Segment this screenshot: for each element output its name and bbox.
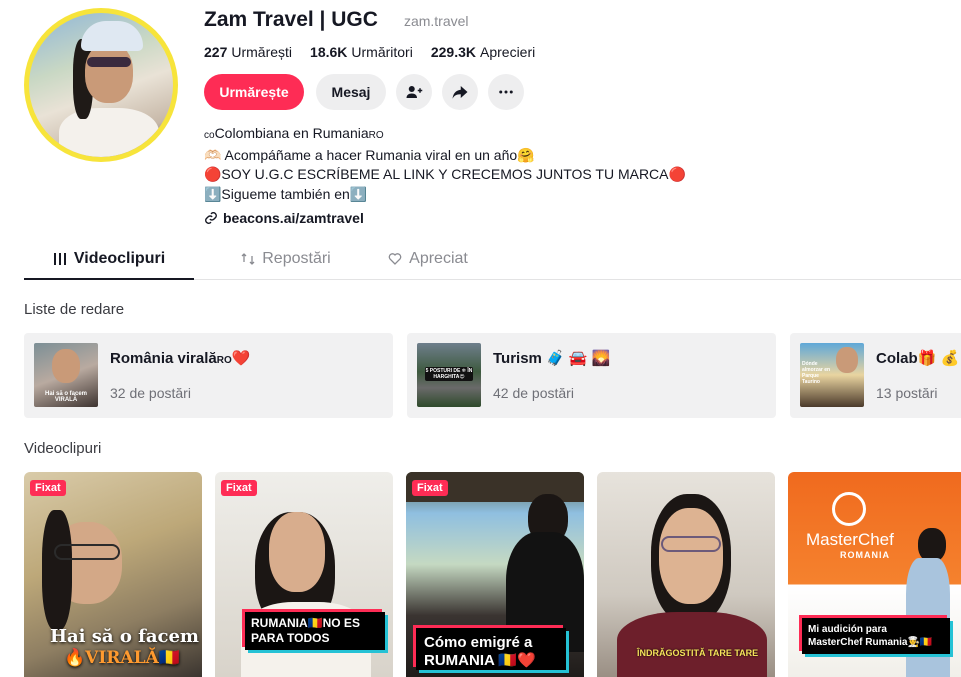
avatar-photo	[29, 13, 173, 157]
share-icon	[452, 86, 468, 99]
likes-stat: 229.3K Aprecieri	[430, 44, 536, 60]
profile-bio: coColombiana en RumaniaRO 🫶🏻 Acompáñame …	[204, 124, 944, 204]
video-card[interactable]: MasterChef ROMANIA Mi audición para Mast…	[788, 472, 961, 677]
profile-link[interactable]: beacons.ai/zamtravel	[204, 210, 944, 226]
grid-icon	[53, 253, 66, 265]
video-caption: RUMANIA🇷🇴NO ES PARA TODOS	[245, 612, 385, 650]
profile-name: Zam Travel | UGC	[204, 8, 378, 31]
repost-icon	[241, 253, 255, 265]
playlists-heading: Liste de redare	[24, 301, 125, 318]
playlist-card[interactable]: Dónde almorzar en Parque Taurino Colab🎁 …	[790, 333, 961, 418]
playlist-card[interactable]: 5 POSTURI DE ❄ ÎN HARGHITA😍 Turism 🧳 🚘 🌄…	[407, 333, 776, 418]
playlist-thumbnail: Hai să o facem VIRALĂ	[34, 343, 98, 407]
video-card[interactable]: ÎNDRĂGOSTITĂ TARE TARE	[597, 472, 775, 677]
video-caption: ÎNDRĂGOSTITĂ TARE TARE	[637, 648, 759, 658]
message-button[interactable]: Mesaj	[316, 74, 386, 110]
profile-info: Zam Travel | UGC zam.travel 227 Urmărești…	[204, 8, 944, 226]
masterchef-logo-sub: ROMANIA	[840, 550, 890, 560]
masterchef-logo: MasterChef	[806, 530, 894, 549]
video-caption: Hai să o facem	[50, 626, 199, 647]
videos-grid: Fixat Hai să o facem 🔥VIRALĂ🇷🇴 Fixat RUM…	[24, 472, 961, 677]
pinned-badge: Fixat	[221, 480, 257, 496]
more-icon	[499, 90, 513, 94]
followers-stat[interactable]: 18.6K Urmăritori	[310, 44, 413, 60]
pinned-badge: Fixat	[412, 480, 448, 496]
link-icon	[205, 212, 217, 224]
profile-stats: 227 Urmărești 18.6K Urmăritori 229.3K Aprec…	[204, 44, 944, 60]
pinned-badge: Fixat	[30, 480, 66, 496]
heart-icon	[388, 253, 402, 265]
profile-tabs: Videoclipuri Repostări Apreciat	[24, 240, 961, 280]
share-button[interactable]	[442, 74, 478, 110]
video-caption-line-2: 🔥VIRALĂ🇷🇴	[64, 648, 180, 668]
tab-videos[interactable]: Videoclipuri	[24, 240, 194, 280]
playlist-card[interactable]: Hai să o facem VIRALĂ România viralăRO❤️…	[24, 333, 393, 418]
tab-liked[interactable]: Apreciat	[358, 240, 498, 278]
bio-line-3: 🔴SOY U.G.C ESCRÍBEME AL LINK Y CRECEMOS …	[204, 166, 686, 182]
videos-heading: Videoclipuri	[24, 440, 102, 457]
video-caption: Mi audición para MasterChef Rumania👨‍🍳🇷🇴	[802, 618, 950, 654]
video-card[interactable]: Fixat RUMANIA🇷🇴NO ES PARA TODOS	[215, 472, 393, 677]
profile-handle: zam.travel	[403, 13, 469, 29]
suggested-accounts-button[interactable]	[396, 74, 432, 110]
playlist-title: Colab	[876, 350, 918, 367]
tab-reposts[interactable]: Repostări	[216, 240, 356, 278]
playlist-count: 13 postări	[876, 385, 938, 401]
playlist-title: România virală	[110, 350, 217, 367]
video-caption: Cómo emigré a RUMANIA 🇷🇴❤️	[416, 628, 566, 670]
follow-button[interactable]: Urmărește	[204, 74, 304, 110]
bio-line-4: ⬇️Sigueme también en⬇️	[204, 185, 368, 202]
video-card[interactable]: Fixat Cómo emigré a RUMANIA 🇷🇴❤️	[406, 472, 584, 677]
playlist-count: 32 de postări	[110, 385, 191, 401]
playlist-count: 42 de postări	[493, 385, 574, 401]
following-stat[interactable]: 227 Urmărești	[204, 44, 292, 60]
playlist-thumbnail: Dónde almorzar en Parque Taurino	[800, 343, 864, 407]
playlist-title: Turism	[493, 350, 542, 367]
bio-line-2: 🫶🏻 Acompáñame a hacer Rumania viral en u…	[204, 146, 535, 163]
video-card[interactable]: Fixat Hai să o facem 🔥VIRALĂ🇷🇴	[24, 472, 202, 677]
bio-line-1: coColombiana en RumaniaRO	[204, 125, 384, 141]
add-user-icon	[406, 86, 423, 98]
playlist-thumbnail: 5 POSTURI DE ❄ ÎN HARGHITA😍	[417, 343, 481, 407]
playlists-list: Hai să o facem VIRALĂ România viralăRO❤️…	[24, 333, 961, 418]
profile-avatar[interactable]	[24, 8, 178, 162]
more-options-button[interactable]	[488, 74, 524, 110]
